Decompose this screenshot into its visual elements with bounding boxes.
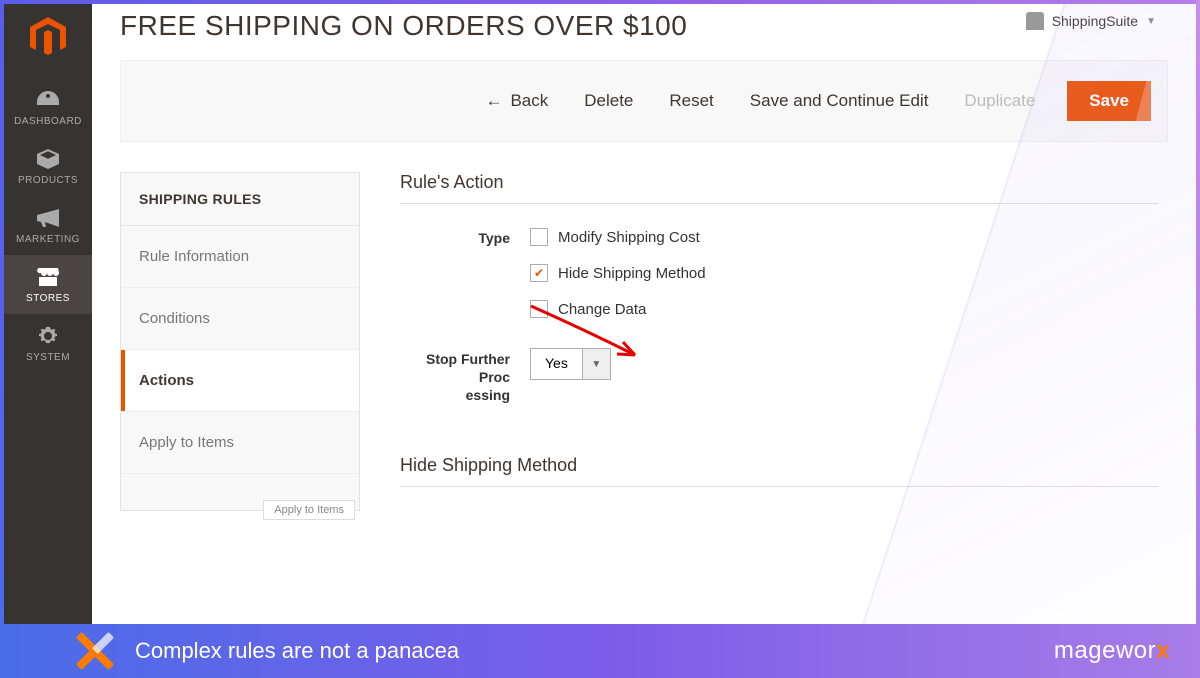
- save-button[interactable]: Save: [1067, 81, 1151, 121]
- tab-rule-information[interactable]: Rule Information: [121, 226, 359, 288]
- chevron-down-icon: ▼: [1146, 16, 1156, 27]
- checkbox-change-data[interactable]: [530, 300, 548, 318]
- select-value: Yes: [531, 349, 582, 379]
- nav-stores[interactable]: STORES: [4, 255, 92, 314]
- checkbox-label-modify-shipping-cost: Modify Shipping Cost: [558, 229, 700, 246]
- section-title-rules-action: Rule's Action: [400, 172, 1158, 204]
- account-username: ShippingSuite: [1052, 13, 1138, 29]
- duplicate-button[interactable]: Duplicate: [960, 83, 1039, 119]
- tab-conditions[interactable]: Conditions: [121, 288, 359, 350]
- nav-system[interactable]: SYSTEM: [4, 314, 92, 373]
- gear-icon: [36, 326, 60, 346]
- checkbox-modify-shipping-cost[interactable]: [530, 228, 548, 246]
- tooltip-apply-to-items: Apply to Items: [263, 500, 355, 520]
- gauge-icon: [36, 90, 60, 110]
- action-toolbar: ← Back Delete Reset Save and Continue Ed…: [120, 60, 1168, 142]
- checkbox-hide-shipping-method[interactable]: ✔: [530, 264, 548, 282]
- reset-button[interactable]: Reset: [665, 83, 717, 119]
- checkbox-label-hide-shipping-method: Hide Shipping Method: [558, 265, 706, 282]
- box-icon: [36, 149, 60, 169]
- page-title: FREE SHIPPING ON ORDERS OVER $100: [120, 10, 1168, 42]
- chevron-down-icon: ▼: [582, 349, 610, 379]
- select-stop-further-processing[interactable]: Yes ▼: [530, 348, 611, 380]
- delete-button[interactable]: Delete: [580, 83, 637, 119]
- magento-logo-icon: [29, 16, 67, 58]
- user-icon: [1026, 12, 1044, 30]
- label-type: Type: [400, 228, 530, 246]
- admin-nav-sidebar: DASHBOARD PRODUCTS MARKETING STORES SYST…: [4, 4, 92, 624]
- footer-caption: Complex rules are not a panacea: [135, 638, 1054, 664]
- label-stop-further-processing: Stop Further Processing: [400, 348, 530, 405]
- x-logo-icon: [75, 631, 115, 671]
- nav-marketing[interactable]: MARKETING: [4, 196, 92, 255]
- nav-products[interactable]: PRODUCTS: [4, 137, 92, 196]
- account-menu[interactable]: ShippingSuite ▼: [1026, 12, 1156, 30]
- side-tabs: SHIPPING RULES Rule Information Conditio…: [120, 172, 360, 511]
- side-tabs-header: SHIPPING RULES: [121, 173, 359, 226]
- checkbox-label-change-data: Change Data: [558, 301, 646, 318]
- arrow-left-icon: ←: [485, 91, 502, 111]
- tab-actions[interactable]: Actions: [121, 350, 359, 412]
- nav-dashboard[interactable]: DASHBOARD: [4, 78, 92, 137]
- save-and-continue-button[interactable]: Save and Continue Edit: [746, 83, 933, 119]
- megaphone-icon: [36, 208, 60, 228]
- tab-apply-to-items[interactable]: Apply to Items: [121, 412, 359, 474]
- back-button[interactable]: ← Back: [481, 83, 552, 119]
- footer-brand: mageworx: [1054, 637, 1170, 665]
- storefront-icon: [36, 267, 60, 287]
- section-title-hide-shipping-method: Hide Shipping Method: [400, 455, 1158, 487]
- form-area: Rule's Action Type Modify Shipping Cost …: [400, 172, 1168, 511]
